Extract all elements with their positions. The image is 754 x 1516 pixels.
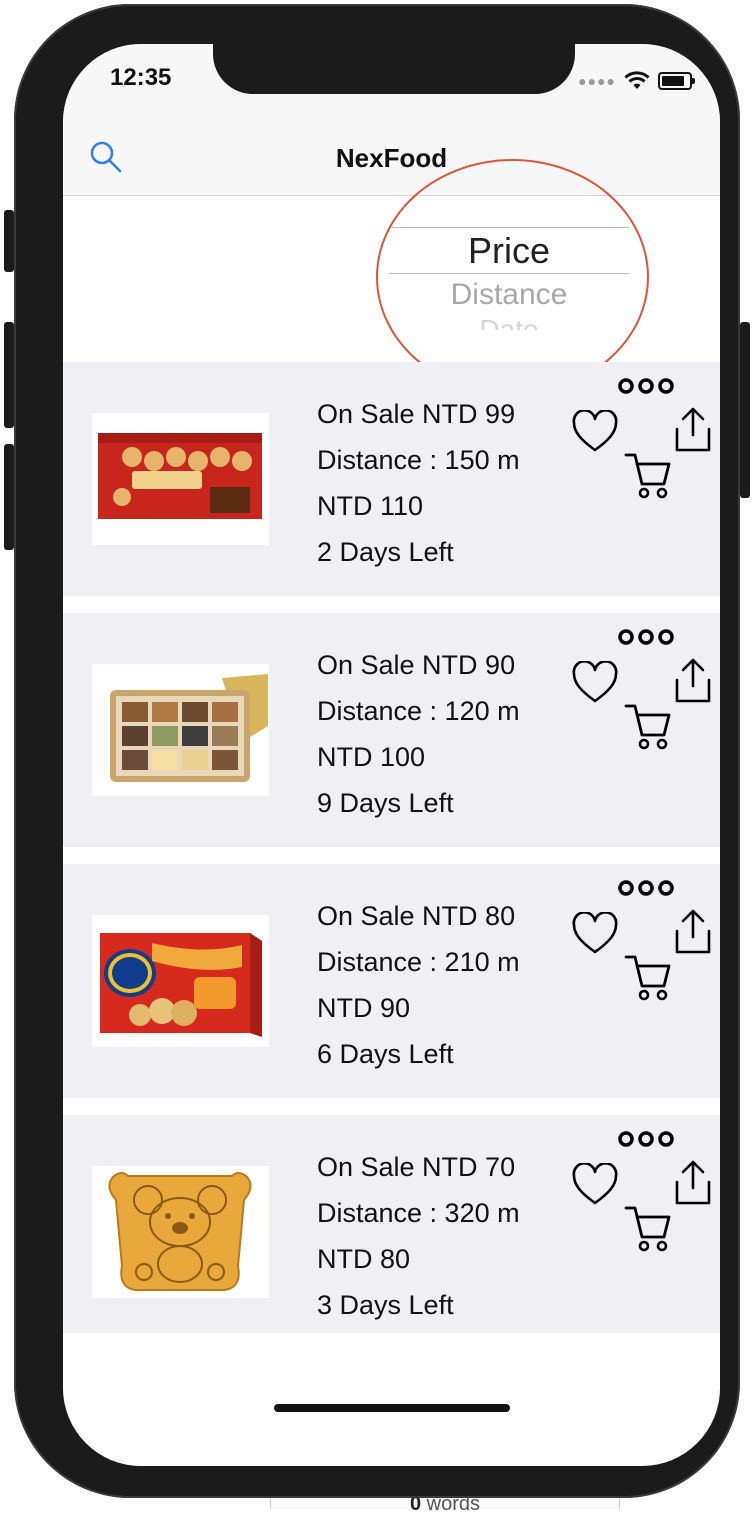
original-price: NTD 90	[317, 993, 411, 1023]
picker-divider-bottom	[389, 273, 629, 274]
heart-icon[interactable]	[571, 1163, 619, 1207]
product-image	[92, 1166, 269, 1298]
home-indicator[interactable]	[274, 1404, 510, 1412]
cart-icon[interactable]	[623, 1203, 673, 1255]
list-item[interactable]: On Sale NTD 99 Distance : 150 m NTD 110 …	[63, 362, 720, 596]
share-icon[interactable]	[673, 908, 713, 956]
original-price: NTD 100	[317, 742, 426, 772]
volume-up-button	[4, 322, 14, 428]
status-bar: 12:35 ●●●●	[63, 44, 720, 134]
days-left: 2 Days Left	[317, 537, 454, 567]
screen: 12:35 ●●●● NexFood Price Distance Date O…	[63, 44, 720, 1466]
original-price: NTD 110	[317, 491, 424, 521]
days-left: 9 Days Left	[317, 788, 454, 818]
original-price: NTD 80	[317, 1244, 411, 1274]
more-icon[interactable]	[617, 376, 677, 396]
picker-option-distance[interactable]: Distance	[389, 278, 629, 312]
more-icon[interactable]	[617, 878, 677, 898]
cart-icon[interactable]	[623, 450, 673, 502]
list-item[interactable]: On Sale NTD 70 Distance : 320 m NTD 80 3…	[63, 1115, 720, 1333]
days-left: 6 Days Left	[317, 1039, 454, 1069]
signal-icon: ●●●●	[578, 73, 616, 89]
more-icon[interactable]	[617, 627, 677, 647]
status-icons: ●●●●	[578, 71, 695, 91]
status-time: 12:35	[110, 64, 172, 91]
share-icon[interactable]	[673, 657, 713, 705]
phone-frame: 12:35 ●●●● NexFood Price Distance Date O…	[14, 4, 740, 1498]
sort-picker[interactable]: Price Distance Date	[63, 196, 720, 361]
picker-option-date[interactable]: Date	[389, 314, 629, 330]
volume-down-button	[4, 444, 14, 550]
product-image	[92, 413, 269, 545]
notch	[213, 44, 575, 94]
power-button	[740, 322, 750, 498]
list-item[interactable]: On Sale NTD 80 Distance : 210 m NTD 90 6…	[63, 864, 720, 1098]
mute-switch	[4, 210, 14, 272]
product-image	[92, 915, 269, 1047]
navigation-bar: NexFood	[63, 134, 720, 196]
share-icon[interactable]	[673, 1159, 713, 1207]
item-info: On Sale NTD 80 Distance : 210 m NTD 90 6…	[317, 898, 520, 1082]
distance: Distance : 210 m	[317, 947, 520, 977]
distance: Distance : 120 m	[317, 696, 520, 726]
sale-price: On Sale NTD 80	[317, 901, 516, 931]
picker-divider-top	[389, 227, 629, 228]
distance: Distance : 150 m	[317, 445, 520, 475]
list-item[interactable]: On Sale NTD 90 Distance : 120 m NTD 100 …	[63, 613, 720, 847]
sale-price: On Sale NTD 70	[317, 1152, 516, 1182]
battery-icon	[658, 72, 695, 90]
sale-price: On Sale NTD 99	[317, 399, 516, 429]
sale-price: On Sale NTD 90	[317, 650, 516, 680]
heart-icon[interactable]	[571, 912, 619, 956]
share-icon[interactable]	[673, 406, 713, 454]
distance: Distance : 320 m	[317, 1198, 520, 1228]
days-left: 3 Days Left	[317, 1290, 454, 1320]
cart-icon[interactable]	[623, 701, 673, 753]
picker-option-price[interactable]: Price	[389, 230, 629, 272]
heart-icon[interactable]	[571, 661, 619, 705]
item-info: On Sale NTD 70 Distance : 320 m NTD 80 3…	[317, 1149, 520, 1333]
cart-icon[interactable]	[623, 952, 673, 1004]
more-icon[interactable]	[617, 1129, 677, 1149]
heart-icon[interactable]	[571, 410, 619, 454]
item-info: On Sale NTD 90 Distance : 120 m NTD 100 …	[317, 647, 520, 831]
app-title: NexFood	[335, 143, 448, 173]
product-image	[92, 664, 269, 796]
item-info: On Sale NTD 99 Distance : 150 m NTD 110 …	[317, 396, 520, 580]
wifi-icon	[624, 71, 650, 89]
